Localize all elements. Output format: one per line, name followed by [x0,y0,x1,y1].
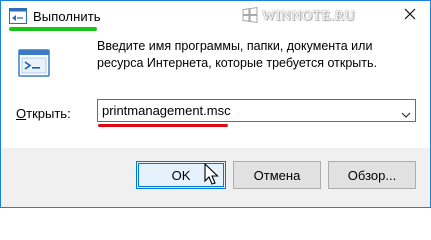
title-highlight-underline [9,27,97,31]
close-button[interactable] [390,1,430,31]
run-app-icon [9,8,27,24]
command-input[interactable]: printmanagement.msc [102,103,231,118]
open-label-text: ткрыть: [26,106,71,121]
dialog-description: Введите имя программы, папки, документа … [97,39,377,70]
watermark: WINNOTE.RU [242,6,356,28]
watermark-logo-icon [242,6,258,28]
title-bar[interactable]: Выполнить WINNOTE.RU [1,1,430,32]
cancel-button-label: Отмена [253,167,301,183]
run-dialog-icon [17,47,51,81]
browse-button[interactable]: Обзор... [328,161,416,189]
run-dialog-window: Выполнить WINNOTE.RU Введите имя програм… [0,0,431,208]
command-combobox[interactable]: printmanagement.msc [97,99,416,122]
watermark-text: WINNOTE.RU [262,9,356,24]
chevron-down-icon[interactable] [401,106,411,118]
close-icon [404,7,416,25]
open-label-accesskey: О [16,106,27,121]
mouse-cursor-icon [204,162,220,187]
open-label: Открыть: [16,106,71,121]
cancel-button[interactable]: Отмена [233,161,321,189]
browse-button-label: Обзор... [347,167,397,183]
window-title: Выполнить [33,9,101,24]
command-highlight-underline [98,124,228,127]
